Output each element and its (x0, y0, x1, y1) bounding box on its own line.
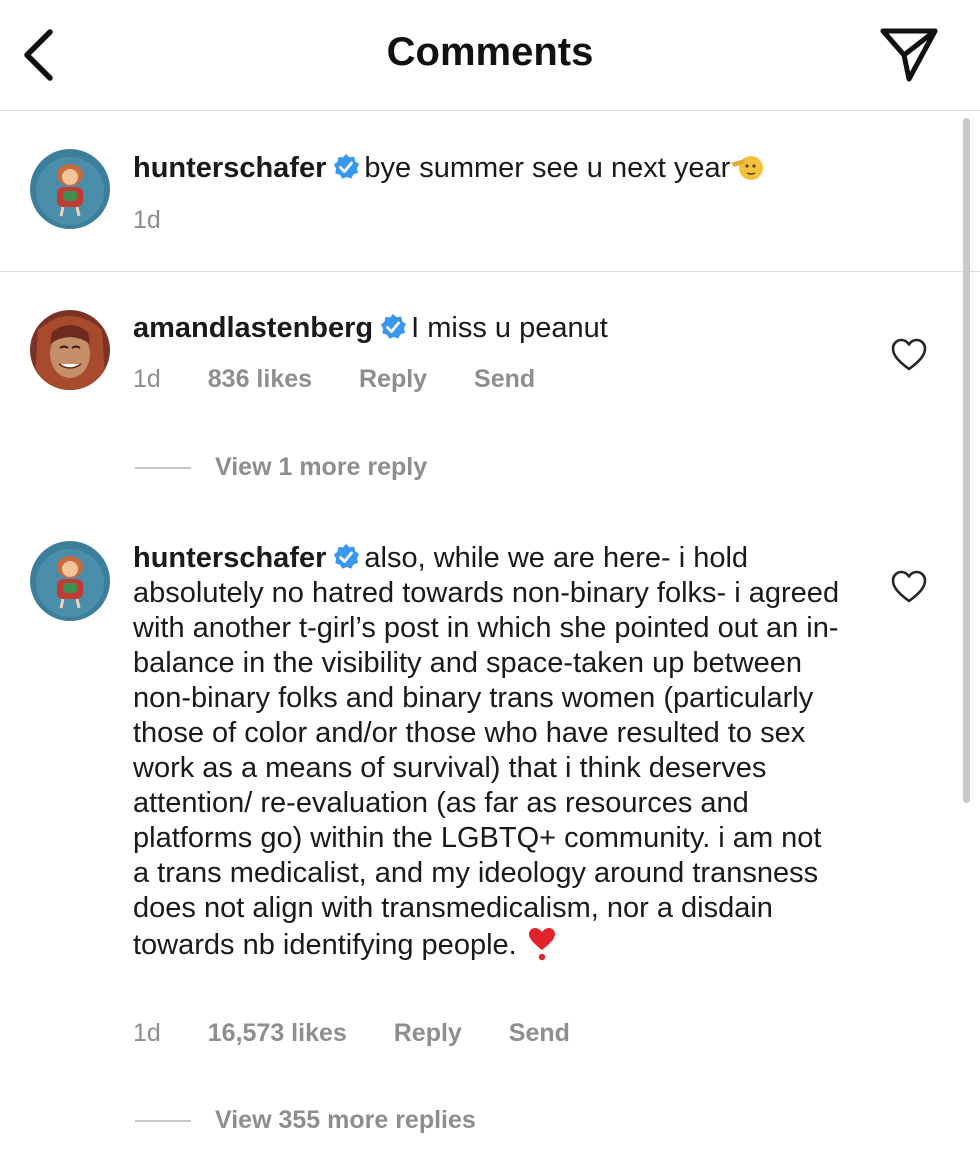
comment-text-block: amandlastenberg I miss u peanut (133, 311, 853, 346)
replies-divider-line (135, 467, 191, 470)
comment-text: I miss u peanut (411, 312, 608, 344)
send-button[interactable]: Send (509, 1019, 570, 1047)
caption-meta: 1d (133, 206, 201, 235)
verified-badge-icon (332, 153, 360, 181)
heart-outline-icon (891, 338, 927, 371)
comment-timestamp: 1d (133, 1019, 161, 1047)
username[interactable]: hunterschafer (133, 152, 326, 184)
scrollbar[interactable] (963, 118, 970, 803)
view-replies-label: View 355 more replies (215, 1106, 476, 1134)
avatar[interactable] (30, 149, 110, 229)
comment-text-block: hunterschafer also, while we are here- i … (133, 541, 845, 963)
share-button[interactable] (878, 26, 940, 84)
comment-timestamp: 1d (133, 365, 161, 393)
like-button[interactable] (890, 569, 928, 605)
view-replies-button[interactable]: View 355 more replies (135, 1106, 476, 1135)
caption-text-block: hunterschafer bye summer see u next year (133, 151, 853, 186)
post-caption: hunterschafer bye summer see u next year … (0, 111, 980, 272)
username[interactable]: amandlastenberg (133, 312, 373, 344)
page-title: Comments (386, 30, 594, 74)
view-replies-label: View 1 more reply (215, 453, 428, 481)
like-button[interactable] (890, 337, 928, 373)
saluting-face-icon (730, 151, 764, 183)
view-replies-button[interactable]: View 1 more reply (135, 453, 427, 482)
replies-divider-line (135, 1120, 191, 1123)
paper-plane-icon (880, 28, 938, 82)
avatar[interactable] (30, 541, 110, 621)
comment-meta: 1d 16,573 likes Reply Send (133, 1019, 610, 1048)
caption-text: bye summer see u next year (364, 152, 731, 184)
verified-badge-icon (332, 543, 360, 571)
comment-text: also, while we are here- i hold absolute… (133, 542, 840, 961)
comment-meta: 1d 836 likes Reply Send (133, 365, 575, 394)
send-button[interactable]: Send (474, 365, 535, 393)
caption-timestamp: 1d (133, 206, 161, 234)
avatar[interactable] (30, 310, 110, 390)
reply-button[interactable]: Reply (394, 1019, 462, 1047)
username[interactable]: hunterschafer (133, 542, 326, 574)
reply-button[interactable]: Reply (359, 365, 427, 393)
likes-count[interactable]: 836 likes (208, 365, 312, 393)
comments-header: Comments (0, 0, 980, 111)
verified-badge-icon (379, 313, 407, 341)
red-heart-icon (527, 926, 557, 962)
likes-count[interactable]: 16,573 likes (208, 1019, 347, 1047)
heart-outline-icon (891, 570, 927, 603)
